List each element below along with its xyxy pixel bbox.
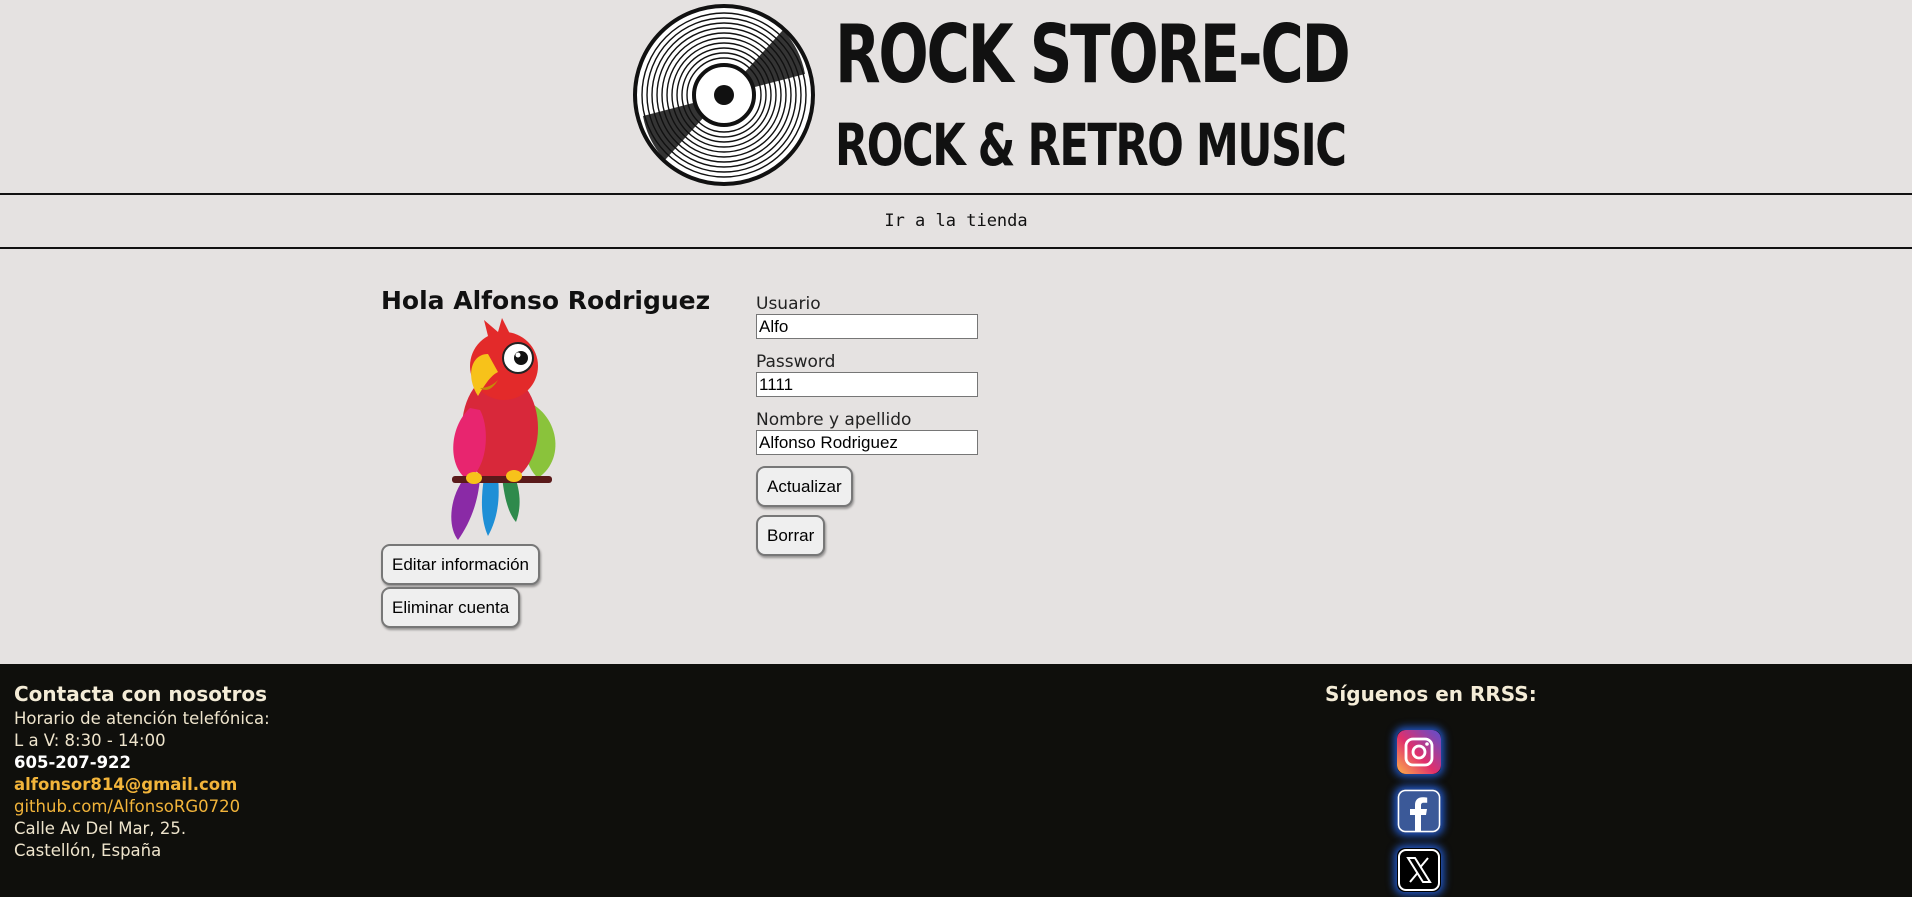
header: ROCK STORE-CD ROCK & RETRO MUSIC bbox=[0, 0, 1912, 192]
username-label: Usuario bbox=[756, 294, 821, 314]
x-icon[interactable] bbox=[1397, 848, 1441, 892]
edit-info-button[interactable]: Editar información bbox=[381, 544, 541, 585]
username-field[interactable] bbox=[756, 314, 978, 339]
page: ROCK STORE-CD ROCK & RETRO MUSIC Ir a la… bbox=[0, 0, 1912, 897]
greeting-heading: Hola Alfonso Rodriguez bbox=[381, 286, 711, 315]
logo-title: ROCK STORE-CD bbox=[835, 8, 1351, 101]
delete-account-button[interactable]: Eliminar cuenta bbox=[381, 587, 521, 628]
footer: Contacta con nosotros Horario de atenció… bbox=[0, 664, 1912, 897]
clear-button[interactable]: Borrar bbox=[756, 515, 826, 556]
social-title: Síguenos en RRSS: bbox=[1325, 682, 1537, 706]
address-text: Calle Av Del Mar, 25. bbox=[14, 819, 187, 838]
city-text: Castellón, España bbox=[14, 841, 162, 860]
contact-block: Contacta con nosotros Horario de atenció… bbox=[14, 680, 270, 862]
logo-subtitle: ROCK & RETRO MUSIC bbox=[835, 111, 1347, 179]
email-link[interactable]: alfonsor814@gmail.com bbox=[14, 774, 270, 796]
update-button[interactable]: Actualizar bbox=[756, 466, 853, 507]
phone-number: 605-207-922 bbox=[14, 753, 132, 772]
hours-label: Horario de atención telefónica: bbox=[14, 709, 270, 728]
social-block: Síguenos en RRSS: bbox=[1325, 680, 1537, 892]
fullname-field[interactable] bbox=[756, 430, 978, 455]
password-field[interactable] bbox=[756, 372, 978, 397]
github-link[interactable]: github.com/AlfonsoRG0720 bbox=[14, 796, 270, 818]
password-label: Password bbox=[756, 352, 836, 372]
hours-text: L a V: 8:30 - 14:00 bbox=[14, 731, 166, 750]
parrot-avatar bbox=[451, 318, 556, 540]
facebook-icon[interactable] bbox=[1397, 789, 1441, 833]
profile-section: Hola Alfonso Rodriguez Editar informació… bbox=[0, 250, 1912, 664]
fullname-label: Nombre y apellido bbox=[756, 410, 912, 430]
contact-title: Contacta con nosotros bbox=[14, 682, 268, 706]
store-link[interactable]: Ir a la tienda bbox=[884, 211, 1027, 231]
nav-bar: Ir a la tienda bbox=[0, 193, 1912, 249]
instagram-icon[interactable] bbox=[1397, 730, 1441, 774]
vinyl-record-icon bbox=[633, 4, 815, 186]
store-logo[interactable]: ROCK STORE-CD ROCK & RETRO MUSIC bbox=[633, 4, 1351, 186]
